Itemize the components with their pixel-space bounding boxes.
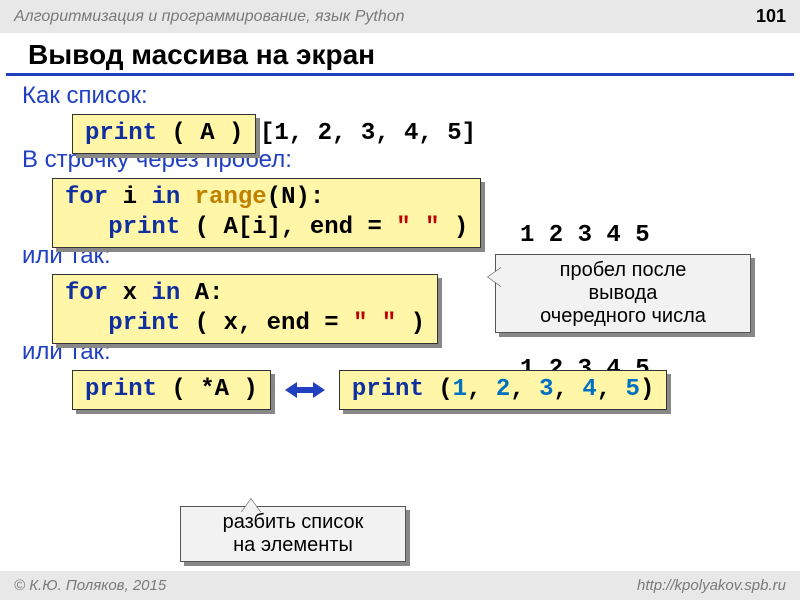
num: 3 bbox=[539, 376, 553, 403]
code-indent bbox=[65, 214, 108, 241]
num: 2 bbox=[496, 376, 510, 403]
kw-in: in bbox=[151, 280, 180, 307]
code-text: ( bbox=[424, 376, 453, 403]
code-for-range: for i in range(N): print ( A[i], end = "… bbox=[52, 178, 481, 248]
sep: , bbox=[554, 376, 583, 403]
kw-for: for bbox=[65, 280, 108, 307]
sep: , bbox=[510, 376, 539, 403]
slide-title: Вывод массива на экран bbox=[6, 33, 794, 76]
page-number: 101 bbox=[756, 6, 786, 27]
code-print-a: print ( A ) bbox=[72, 114, 256, 154]
code-text: ) bbox=[640, 376, 654, 403]
code-text: x bbox=[108, 280, 151, 307]
double-arrow-icon bbox=[283, 378, 327, 402]
code-text: A: bbox=[180, 280, 223, 307]
output-list: [1, 2, 3, 4, 5] bbox=[260, 120, 476, 147]
slide-footer: © К.Ю. Поляков, 2015 http://kpolyakov.sp… bbox=[0, 571, 800, 600]
row-unpack: print ( *A ) print (1, 2, 3, 4, 5) bbox=[72, 370, 778, 410]
callout-text: разбить список на элементы bbox=[223, 511, 364, 556]
code-text: (N): bbox=[267, 184, 325, 211]
fn-range: range bbox=[195, 184, 267, 211]
sep: , bbox=[467, 376, 496, 403]
code-text bbox=[180, 184, 194, 211]
kw-print: print bbox=[85, 120, 157, 147]
slide-header: Алгоритмизация и программирование, язык … bbox=[0, 0, 800, 33]
kw-in: in bbox=[151, 184, 180, 211]
str-space: " " bbox=[353, 310, 396, 337]
subhead-as-list: Как список: bbox=[22, 82, 778, 110]
footer-url: http://kpolyakov.spb.ru bbox=[637, 577, 786, 594]
num: 1 bbox=[453, 376, 467, 403]
code-text: ) bbox=[396, 310, 425, 337]
code-print-unpack: print ( *A ) bbox=[72, 370, 271, 410]
code-indent bbox=[65, 310, 108, 337]
kw-print: print bbox=[85, 376, 157, 403]
code-print-values: print (1, 2, 3, 4, 5) bbox=[339, 370, 668, 410]
code-text: ( x, end = bbox=[180, 310, 353, 337]
code-text: i bbox=[108, 184, 151, 211]
str-space: " " bbox=[396, 214, 439, 241]
callout-split-list: разбить список на элементы bbox=[180, 506, 406, 562]
code-for-x: for x in A: print ( x, end = " " ) bbox=[52, 274, 438, 344]
output-row1: 1 2 3 4 5 bbox=[520, 222, 650, 249]
slide-content: Как список: print ( A ) [1, 2, 3, 4, 5] … bbox=[0, 76, 800, 410]
num: 4 bbox=[582, 376, 596, 403]
kw-for: for bbox=[65, 184, 108, 211]
num: 5 bbox=[626, 376, 640, 403]
callout-text: пробел после вывода очередного числа bbox=[540, 259, 706, 327]
callout-space-after: пробел после вывода очередного числа bbox=[495, 254, 751, 333]
kw-print: print bbox=[352, 376, 424, 403]
sep: , bbox=[597, 376, 626, 403]
code-text: ( A ) bbox=[157, 120, 243, 147]
course-name: Алгоритмизация и программирование, язык … bbox=[14, 8, 405, 26]
copyright: © К.Ю. Поляков, 2015 bbox=[14, 577, 166, 594]
kw-print: print bbox=[108, 214, 180, 241]
code-text: ) bbox=[440, 214, 469, 241]
code-text: ( *A ) bbox=[157, 376, 258, 403]
kw-print: print bbox=[108, 310, 180, 337]
code-text: ( A[i], end = bbox=[180, 214, 396, 241]
